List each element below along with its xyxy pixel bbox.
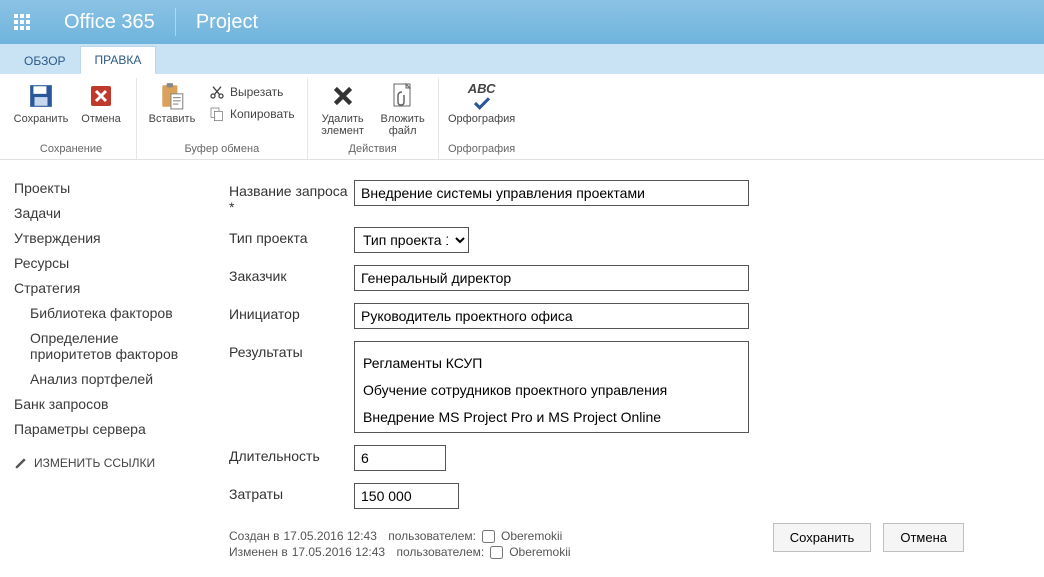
spelling-abc: АВС: [468, 82, 496, 96]
page-body: Проекты Задачи Утверждения Ресурсы Страт…: [0, 160, 1044, 571]
duration-input[interactable]: [354, 445, 446, 471]
created-by-label: пользователем:: [388, 529, 476, 543]
project-type-label: Тип проекта: [229, 227, 354, 246]
app-launcher-button[interactable]: [0, 0, 44, 44]
save-label: Сохранить: [14, 113, 69, 137]
form-cancel-button[interactable]: Отмена: [883, 523, 964, 552]
delete-icon: [329, 82, 357, 110]
sidebar-item-approvals[interactable]: Утверждения: [14, 230, 199, 246]
delete-label: Удалить элемент: [321, 113, 364, 137]
attach-icon: [389, 82, 417, 110]
cut-button[interactable]: Вырезать: [205, 82, 299, 102]
group-save-label: Сохранение: [40, 143, 102, 157]
sidebar-item-requests[interactable]: Банк запросов: [14, 396, 199, 412]
waffle-icon: [14, 14, 30, 30]
project-type-select[interactable]: Тип проекта 1: [354, 227, 469, 253]
spelling-label: Орфография: [448, 113, 515, 137]
check-icon: [472, 96, 492, 113]
cancel-button[interactable]: Отмена: [74, 82, 128, 137]
app-name-label: Project: [176, 11, 278, 34]
save-button[interactable]: Сохранить: [14, 82, 68, 137]
copy-icon: [209, 106, 225, 122]
meta-info: Создан в 17.05.2016 12:43 пользователем:…: [229, 529, 773, 559]
tab-overview[interactable]: ОБЗОР: [10, 48, 80, 74]
results-textarea[interactable]: [354, 341, 749, 433]
sidebar-item-resources[interactable]: Ресурсы: [14, 255, 199, 271]
modified-user-checkbox[interactable]: [490, 546, 503, 559]
attach-file-button[interactable]: Вложить файл: [376, 82, 430, 137]
customer-input[interactable]: [354, 265, 749, 291]
cost-label: Затраты: [229, 483, 354, 502]
modified-user: Oberemokii: [509, 545, 570, 559]
modified-date: 17.05.2016 12:43: [292, 545, 385, 559]
initiator-label: Инициатор: [229, 303, 354, 322]
paste-button[interactable]: Вставить: [145, 82, 199, 137]
group-spelling-label: Орфография: [448, 143, 515, 157]
sidebar-item-tasks[interactable]: Задачи: [14, 205, 199, 221]
sidebar-item-projects[interactable]: Проекты: [14, 180, 199, 196]
cancel-icon: [87, 82, 115, 110]
save-icon: [27, 82, 55, 110]
sidebar-item-priorities[interactable]: Определение приоритетов факторов: [14, 330, 199, 362]
group-clipboard-label: Буфер обмена: [184, 143, 259, 157]
ribbon-group-clipboard: Вставить Вырезать Копировать Буфер обмен…: [137, 78, 308, 159]
cost-input[interactable]: [354, 483, 459, 509]
duration-label: Длительность: [229, 445, 354, 464]
edit-links-label: ИЗМЕНИТЬ ССЫЛКИ: [34, 456, 155, 470]
group-actions-label: Действия: [349, 143, 397, 157]
spelling-button[interactable]: АВС Орфография: [447, 82, 517, 137]
sidebar-item-server-params[interactable]: Параметры сервера: [14, 421, 199, 437]
form: Название запроса Тип проекта Тип проекта…: [209, 180, 1034, 561]
sidebar: Проекты Задачи Утверждения Ресурсы Страт…: [14, 180, 209, 561]
paste-label: Вставить: [149, 113, 196, 137]
request-name-input[interactable]: [354, 180, 749, 206]
modified-by-label: пользователем:: [396, 545, 484, 559]
sidebar-item-factors-library[interactable]: Библиотека факторов: [14, 305, 199, 321]
created-date: 17.05.2016 12:43: [283, 529, 376, 543]
results-label: Результаты: [229, 341, 354, 360]
brand-label: Office 365: [44, 11, 175, 34]
modified-prefix: Изменен в: [229, 545, 288, 559]
edit-links-button[interactable]: ИЗМЕНИТЬ ССЫЛКИ: [14, 456, 199, 470]
cancel-label: Отмена: [81, 113, 120, 137]
form-save-button[interactable]: Сохранить: [773, 523, 872, 552]
customer-label: Заказчик: [229, 265, 354, 284]
scissors-icon: [209, 84, 225, 100]
delete-element-button[interactable]: Удалить элемент: [316, 82, 370, 137]
ribbon-group-spelling: АВС Орфография Орфография: [439, 78, 525, 159]
tab-edit[interactable]: ПРАВКА: [80, 46, 157, 74]
cut-label: Вырезать: [230, 85, 283, 99]
created-user-checkbox[interactable]: [482, 530, 495, 543]
ribbon-group-actions: Удалить элемент Вложить файл Действия: [308, 78, 439, 159]
pencil-icon: [14, 456, 28, 470]
paste-icon: [158, 82, 186, 110]
copy-label: Копировать: [230, 107, 295, 121]
created-user: Oberemokii: [501, 529, 562, 543]
app-header: Office 365 Project: [0, 0, 1044, 44]
ribbon-tabs: ОБЗОР ПРАВКА: [0, 44, 1044, 74]
sidebar-item-portfolio[interactable]: Анализ портфелей: [14, 371, 199, 387]
sidebar-item-strategy[interactable]: Стратегия: [14, 280, 199, 296]
request-name-label: Название запроса: [229, 180, 354, 215]
ribbon: Сохранить Отмена Сохранение Вставить: [0, 74, 1044, 160]
initiator-input[interactable]: [354, 303, 749, 329]
ribbon-group-save: Сохранить Отмена Сохранение: [6, 78, 137, 159]
created-prefix: Создан в: [229, 529, 279, 543]
attach-label: Вложить файл: [381, 113, 425, 137]
copy-button[interactable]: Копировать: [205, 104, 299, 124]
